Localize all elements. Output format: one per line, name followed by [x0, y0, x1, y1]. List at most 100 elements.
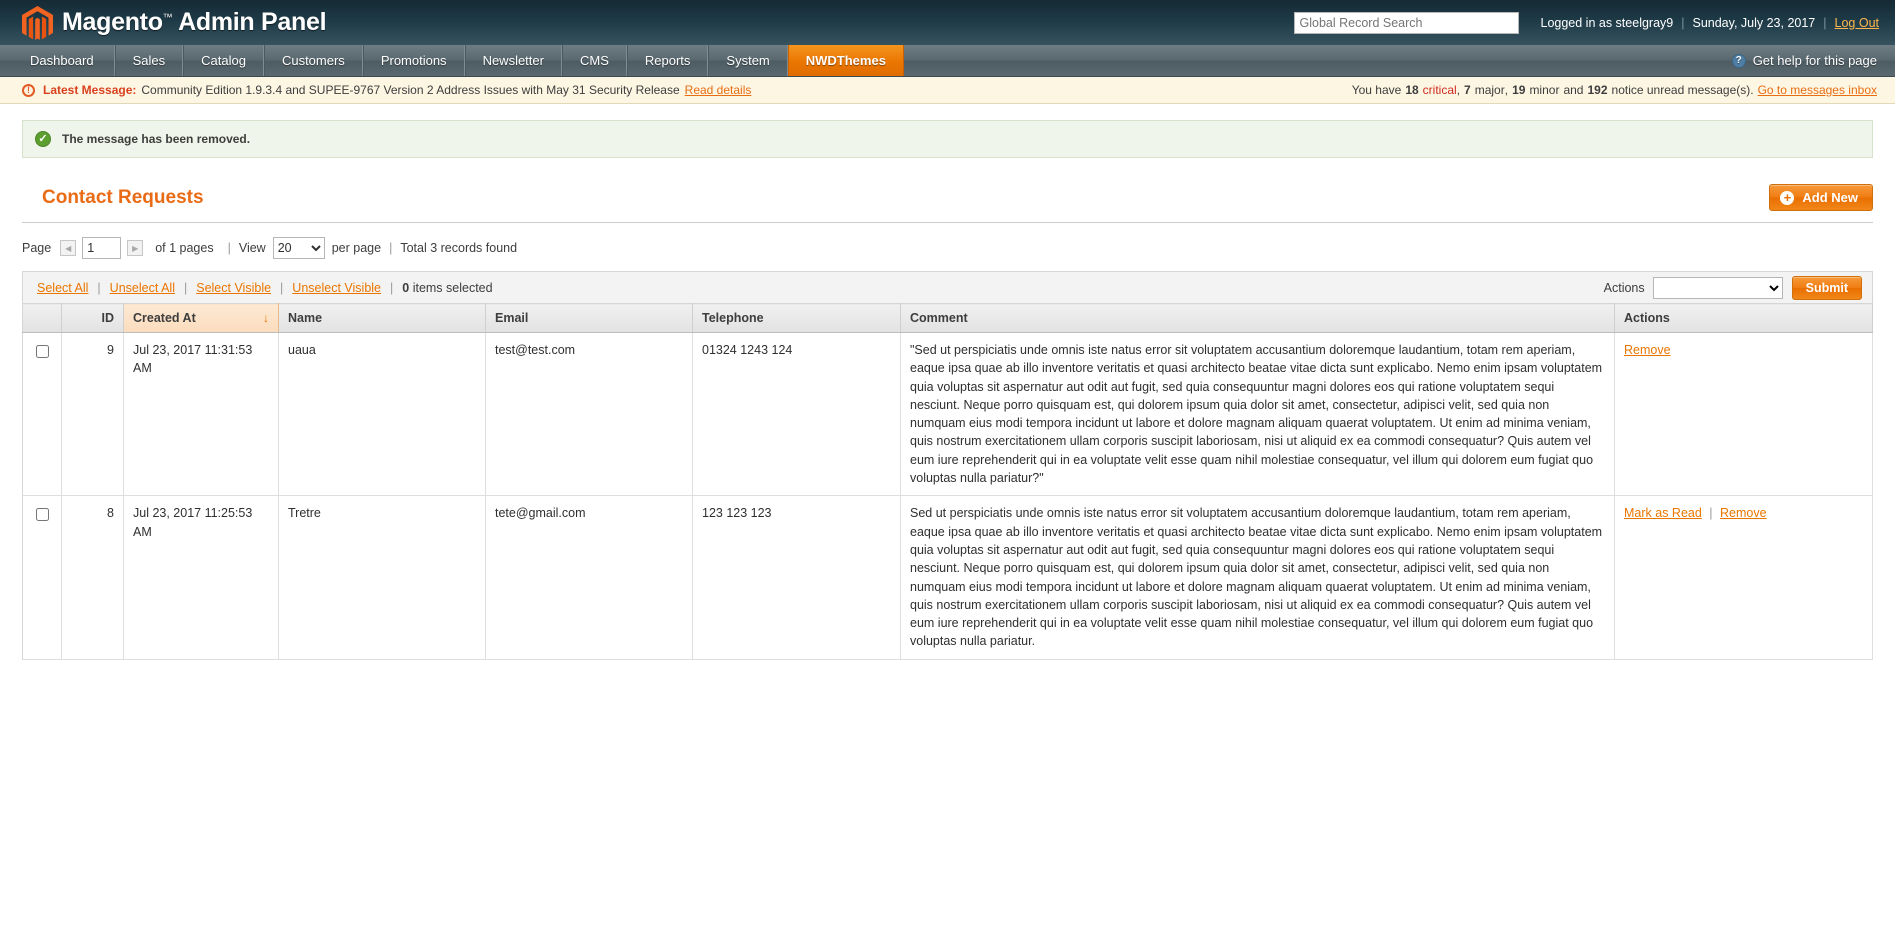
unselect-visible-link[interactable]: Unselect Visible	[292, 281, 381, 295]
cell-actions: Mark as Read | Remove	[1614, 495, 1873, 660]
grid-pager: Page ◀ ▶ of 1 pages | View 20 per page |…	[22, 223, 1873, 271]
chevron-left-icon[interactable]: ◀	[60, 240, 77, 256]
grid-body: 9 Jul 23, 2017 11:31:53 AM uaua test@tes…	[22, 332, 1873, 660]
ma-separator-2: |	[183, 280, 188, 295]
cell-name: Tretre	[278, 495, 486, 660]
column-header-comment[interactable]: Comment	[900, 303, 1615, 333]
cell-id: 8	[61, 495, 124, 660]
row-checkbox-cell	[22, 495, 62, 660]
page-title: Contact Requests	[42, 186, 204, 208]
logo-brand: Magento	[62, 8, 163, 36]
table-row[interactable]: 9 Jul 23, 2017 11:31:53 AM uaua test@tes…	[22, 332, 1873, 497]
actions-separator: |	[1709, 506, 1713, 521]
nav-item-customers[interactable]: Customers	[263, 45, 363, 76]
get-help-link[interactable]: ? Get help for this page	[1731, 45, 1895, 76]
table-row[interactable]: 8 Jul 23, 2017 11:25:53 AM Tretre tete@g…	[22, 495, 1873, 660]
column-header-created-at[interactable]: Created At ↓	[123, 303, 279, 333]
header-separator-2: |	[1823, 15, 1827, 30]
column-header-email[interactable]: Email	[485, 303, 693, 333]
per-page-label: per page	[331, 241, 382, 255]
per-page-select[interactable]: 20	[272, 237, 325, 259]
cell-created-at: Jul 23, 2017 11:25:53 AM	[123, 495, 279, 660]
header-separator-1: |	[1681, 15, 1685, 30]
read-details-link[interactable]: Read details	[685, 83, 752, 97]
nav-item-newsletter[interactable]: Newsletter	[464, 45, 562, 76]
notice-count: 192	[1587, 83, 1608, 97]
cell-telephone: 123 123 123	[692, 495, 901, 660]
nav-item-catalog[interactable]: Catalog	[183, 45, 264, 76]
selected-count-text: items selected	[412, 280, 493, 295]
ma-separator-3: |	[280, 280, 284, 295]
selected-count-number: 0	[402, 280, 410, 295]
actions-select[interactable]	[1652, 276, 1783, 299]
nav-item-system[interactable]: System	[708, 45, 788, 76]
notice-word: notice unread message(s).	[1611, 83, 1754, 97]
cell-actions: Remove	[1614, 332, 1873, 497]
latest-message-label: Latest Message:	[43, 83, 137, 97]
nav-item-cms[interactable]: CMS	[561, 45, 627, 76]
messages-inbox-link[interactable]: Go to messages inbox	[1758, 83, 1877, 97]
global-search-input[interactable]	[1293, 11, 1519, 34]
header-right: Logged in as steelgray9 | Sunday, July 2…	[1293, 11, 1895, 34]
remove-link[interactable]: Remove	[1720, 506, 1767, 520]
column-header-created-at-label: Created At	[133, 311, 196, 325]
row-checkbox-cell	[22, 332, 62, 497]
logo[interactable]: Magento™ Admin Panel	[0, 5, 327, 40]
cell-telephone: 01324 1243 124	[692, 332, 901, 497]
unread-counts: You have 18 critical, 7 major, 19 minor …	[1351, 83, 1877, 97]
minor-word: minor	[1529, 83, 1560, 97]
unselect-all-link[interactable]: Unselect All	[110, 281, 175, 295]
view-label: View	[238, 241, 266, 255]
mark-as-read-link[interactable]: Mark as Read	[1624, 506, 1702, 520]
minor-count: 19	[1512, 83, 1526, 97]
ma-separator-1: |	[97, 280, 101, 295]
column-header-telephone[interactable]: Telephone	[692, 303, 901, 333]
cell-created-at: Jul 23, 2017 11:31:53 AM	[123, 332, 279, 497]
submit-button[interactable]: Submit	[1791, 275, 1862, 300]
select-all-link[interactable]: Select All	[37, 281, 88, 295]
logo-text: Magento™ Admin Panel	[62, 8, 327, 37]
logo-tm: ™	[162, 12, 173, 24]
success-message-text: The message has been removed.	[62, 132, 251, 146]
ma-separator-4: |	[390, 280, 394, 295]
cell-email: test@test.com	[485, 332, 693, 497]
add-new-label: Add New	[1802, 190, 1858, 205]
nav-item-dashboard[interactable]: Dashboard	[0, 45, 115, 76]
page-label: Page	[22, 241, 52, 255]
grid-header: ID Created At ↓ Name Email Telephone Com…	[22, 303, 1873, 333]
page-number-input[interactable]	[82, 237, 122, 259]
main-navigation: Dashboard Sales Catalog Customers Promot…	[0, 45, 1895, 77]
success-message: ✓ The message has been removed.	[22, 120, 1873, 158]
select-visible-link[interactable]: Select Visible	[196, 281, 271, 295]
grid-header-row: ID Created At ↓ Name Email Telephone Com…	[22, 303, 1873, 333]
latest-message-text: Community Edition 1.9.3.4 and SUPEE-9767…	[141, 83, 680, 97]
nav-item-reports[interactable]: Reports	[626, 45, 709, 76]
nav-item-sales[interactable]: Sales	[114, 45, 184, 76]
plus-circle-icon: +	[1780, 190, 1795, 205]
and-word: and	[1563, 83, 1584, 97]
nav-item-promotions[interactable]: Promotions	[362, 45, 465, 76]
pager-separator-1: |	[227, 241, 231, 255]
contact-requests-grid: ID Created At ↓ Name Email Telephone Com…	[22, 303, 1873, 660]
of-pages-label: of 1 pages	[155, 241, 214, 255]
logout-link[interactable]: Log Out	[1835, 16, 1879, 30]
critical-word: critical	[1422, 83, 1457, 97]
add-new-button[interactable]: + Add New	[1769, 184, 1873, 211]
counts-prefix: You have	[1351, 83, 1402, 97]
chevron-right-icon[interactable]: ▶	[127, 240, 144, 256]
row-checkbox[interactable]	[36, 508, 49, 522]
pager-separator-2: |	[389, 241, 393, 255]
column-header-id[interactable]: ID	[61, 303, 124, 333]
row-checkbox[interactable]	[36, 345, 49, 358]
logo-admin: Admin Panel	[178, 8, 327, 36]
admin-header: Magento™ Admin Panel Logged in as steelg…	[0, 0, 1895, 45]
nav-item-nwdthemes[interactable]: NWDThemes	[787, 45, 904, 76]
check-circle-icon: ✓	[35, 131, 51, 147]
current-date-label: Sunday, July 23, 2017	[1692, 15, 1816, 30]
remove-link[interactable]: Remove	[1624, 343, 1671, 357]
selected-count: 0 items selected	[402, 281, 492, 295]
major-word: major	[1474, 83, 1505, 97]
column-header-name[interactable]: Name	[278, 303, 486, 333]
magento-logo-icon	[22, 5, 53, 40]
column-header-actions: Actions	[1614, 303, 1873, 333]
